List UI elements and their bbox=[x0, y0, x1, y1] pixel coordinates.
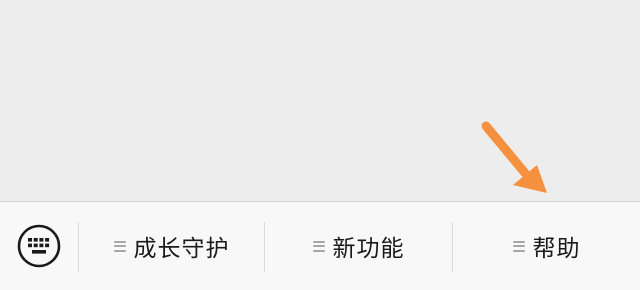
menu-item-label: 帮助 bbox=[532, 236, 581, 262]
bottom-menu-bar: 成长守护 新功能 帮助 bbox=[0, 201, 640, 290]
menu-item-label: 成长守护 bbox=[133, 236, 230, 262]
menu-item-help[interactable]: 帮助 bbox=[453, 202, 640, 290]
menu-item-label: 新功能 bbox=[332, 236, 405, 262]
menu-lines-icon bbox=[312, 240, 325, 252]
menu-item-new-features[interactable]: 新功能 bbox=[265, 202, 452, 290]
menu-lines-icon bbox=[512, 240, 525, 252]
menu-lines-icon bbox=[113, 240, 126, 252]
keyboard-icon bbox=[17, 224, 61, 268]
chat-content-area bbox=[0, 0, 640, 201]
keyboard-toggle-button[interactable] bbox=[0, 202, 78, 290]
menu-item-growth-guard[interactable]: 成长守护 bbox=[79, 202, 264, 290]
